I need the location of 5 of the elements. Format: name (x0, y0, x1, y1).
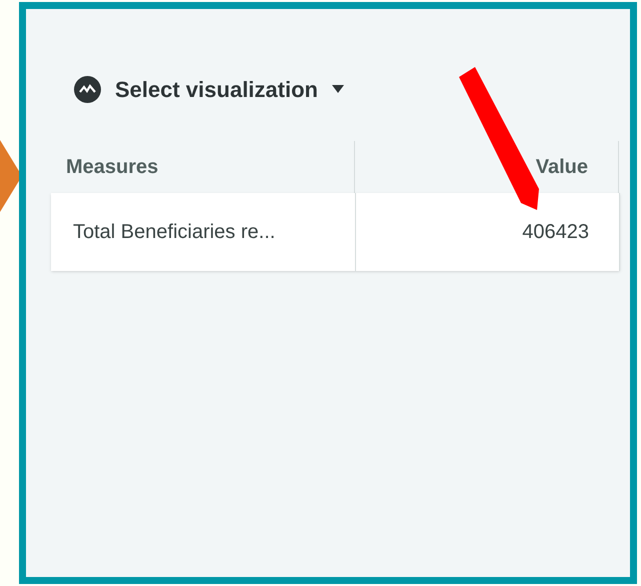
chart-icon (74, 76, 101, 102)
table-cell: Total Beneficiaries re... (51, 193, 356, 271)
caret-icon (332, 85, 344, 93)
visualization-dropdown[interactable]: Select visualization (74, 65, 344, 113)
pointer-icon (0, 140, 22, 212)
